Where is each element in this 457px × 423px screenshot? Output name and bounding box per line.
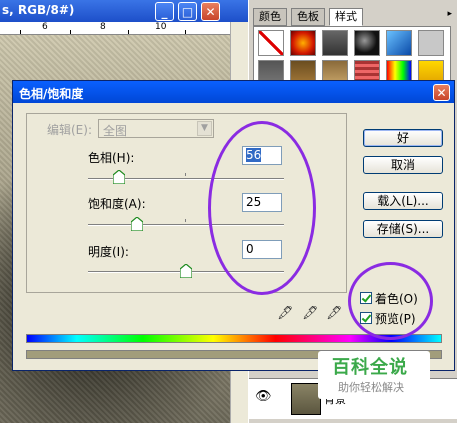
cancel-button[interactable]: 取消	[363, 156, 443, 174]
saturation-slider-tick	[185, 219, 186, 222]
close-button[interactable]: ✕	[201, 2, 220, 21]
hue-slider-tick	[185, 173, 186, 176]
ruler-tick: 8	[100, 22, 106, 32]
tab-color[interactable]: 颜色	[253, 8, 287, 26]
minimize-button[interactable]: _	[155, 2, 174, 21]
document-title: s, RGB/8#)	[2, 3, 75, 17]
document-titlebar: s, RGB/8#) _ □ ✕	[0, 0, 250, 22]
horizontal-ruler: 6 8 10	[0, 22, 230, 35]
watermark-title: 百科全说	[332, 357, 408, 378]
ruler-mark	[185, 30, 186, 34]
style-swatch-grid	[253, 26, 451, 88]
ruler-mark	[20, 30, 21, 34]
watermark: 百科全说 助你轻松解决	[318, 351, 430, 399]
ruler-mark	[70, 30, 71, 34]
hue-label: 色相(H):	[88, 151, 135, 165]
style-swatch[interactable]	[322, 30, 348, 56]
edit-dropdown[interactable]: 全图 ▼	[98, 119, 214, 138]
style-swatch[interactable]	[354, 30, 380, 56]
style-swatch[interactable]	[386, 30, 412, 56]
dialog-close-button[interactable]: ✕	[433, 84, 450, 101]
eye-icon[interactable]: 👁	[255, 389, 272, 404]
eyedropper-minus-icon[interactable]: 🖋	[326, 306, 343, 321]
chevron-down-icon: ▼	[197, 121, 212, 136]
layer-thumbnail	[291, 383, 321, 415]
edit-label: 编辑(E):	[47, 123, 92, 137]
dialog-titlebar: 色相/饱和度 ✕	[13, 81, 454, 103]
style-swatch[interactable]	[418, 30, 444, 56]
saturation-slider-thumb[interactable]	[131, 217, 143, 231]
eyedropper-icon[interactable]: 🖋	[277, 306, 294, 321]
tab-styles[interactable]: 样式	[329, 8, 363, 26]
dialog-title: 色相/饱和度	[19, 87, 84, 101]
edit-dropdown-value: 全图	[103, 124, 128, 138]
panel-menu-icon[interactable]: ▸	[447, 9, 452, 19]
lightness-label: 明度(I):	[88, 245, 129, 259]
save-button[interactable]: 存储(S)...	[363, 220, 443, 238]
load-button[interactable]: 载入(L)...	[363, 192, 443, 210]
maximize-button[interactable]: □	[178, 2, 197, 21]
hue-slider-thumb[interactable]	[113, 170, 126, 184]
eyedropper-plus-icon[interactable]: 🖋	[302, 306, 319, 321]
ok-button[interactable]: 好	[363, 129, 443, 147]
annotation-ring-checkboxes	[348, 262, 433, 340]
style-none-swatch[interactable]	[258, 30, 284, 56]
ruler-mark	[128, 30, 129, 34]
ruler-tick: 6	[42, 22, 48, 32]
tab-swatches[interactable]: 色板	[291, 8, 325, 26]
annotation-ring-values	[208, 121, 316, 295]
lightness-slider-thumb[interactable]	[180, 264, 192, 278]
ruler-tick: 10	[155, 22, 167, 32]
watermark-subtitle: 助你轻松解决	[338, 381, 404, 394]
style-swatch[interactable]	[290, 30, 316, 56]
saturation-label: 饱和度(A):	[88, 197, 146, 211]
